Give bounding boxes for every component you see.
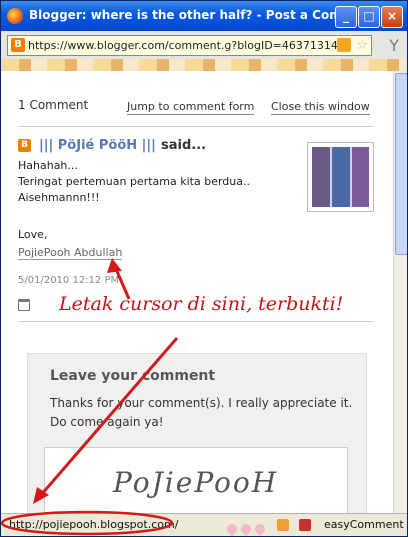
annotation-arrow-line xyxy=(39,337,179,496)
annotation-arrow-head-up xyxy=(107,258,122,273)
status-url-highlight-ellipse xyxy=(1,510,174,536)
annotation-arrow-line-up xyxy=(114,268,131,300)
annotation-overlay xyxy=(1,258,179,536)
browser-window: Blogger: where is the other half? - Post… xyxy=(0,0,408,537)
